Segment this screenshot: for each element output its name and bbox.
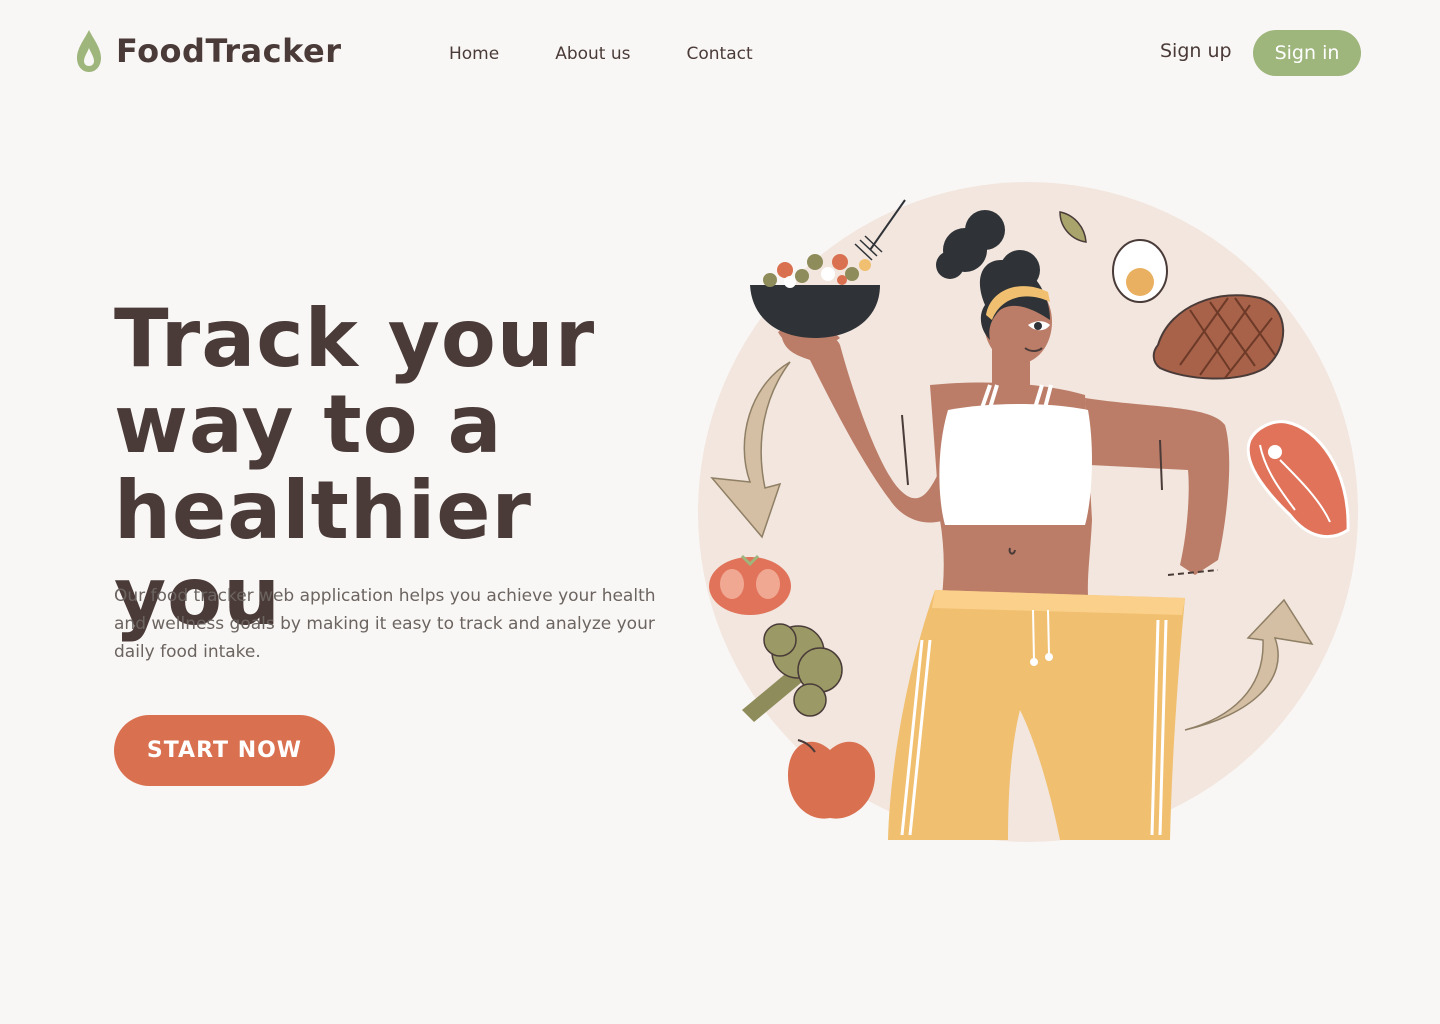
hero-title-line-1: Track your [114, 292, 596, 385]
sign-up-button[interactable]: Sign up [1160, 40, 1232, 62]
brand-name: FoodTracker [116, 32, 342, 70]
hero-title-line-2: way to a [114, 378, 503, 471]
logo[interactable]: FoodTracker [76, 28, 342, 74]
apple-icon [788, 739, 875, 819]
egg-icon [1112, 239, 1168, 303]
hero-illustration [698, 182, 1358, 842]
drop-logo-icon [77, 30, 101, 72]
nav-home-link[interactable]: Home [449, 44, 499, 64]
nav-about-link[interactable]: About us [555, 44, 630, 64]
site-header: FoodTracker Home About us Contact Sign u… [0, 0, 1440, 110]
sign-in-button[interactable]: Sign in [1253, 30, 1361, 76]
main-nav: Home About us Contact [449, 44, 753, 64]
start-now-button[interactable]: START NOW [114, 715, 335, 786]
nav-contact-link[interactable]: Contact [687, 44, 753, 64]
hero-description: Our food tracker web application helps y… [114, 586, 656, 662]
